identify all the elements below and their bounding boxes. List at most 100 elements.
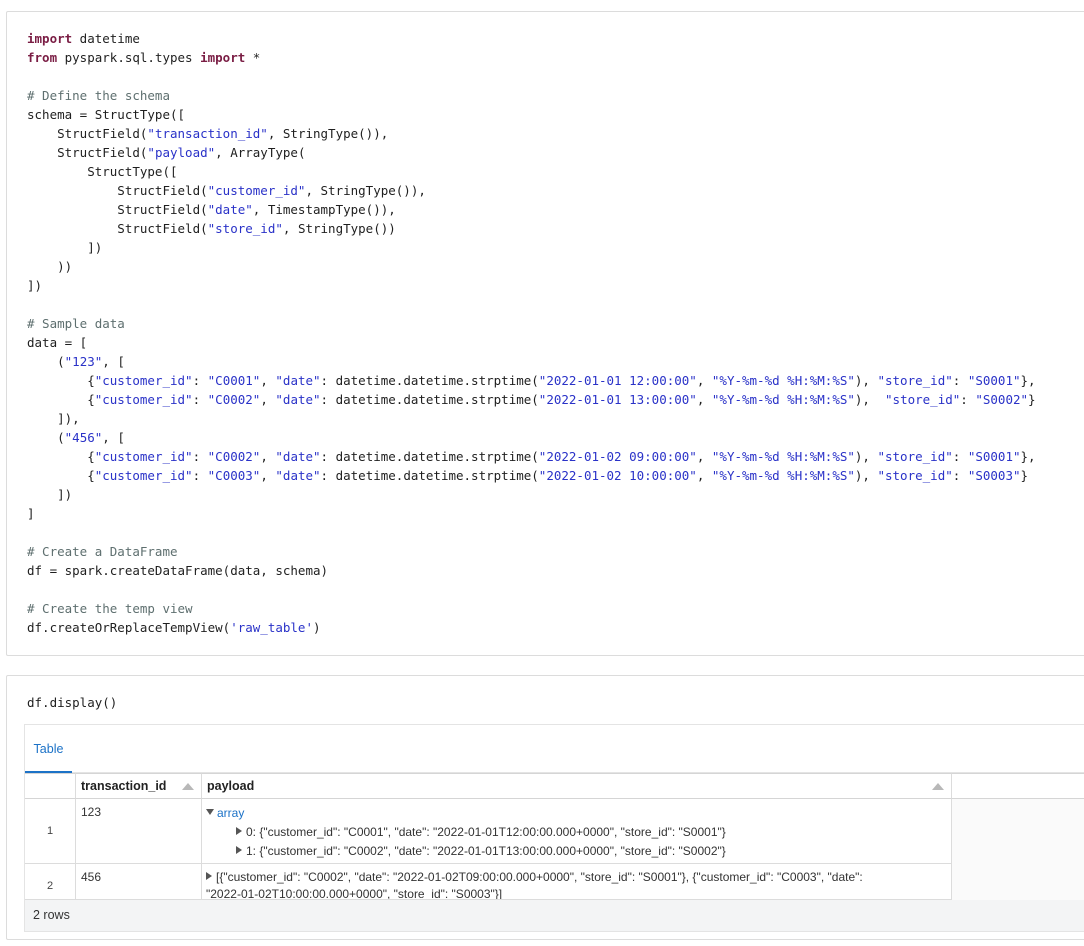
table-cell-payload: array 0: {"customer_id": "C0001", "date"… [202,799,952,864]
code-cell-1[interactable]: import datetime from pyspark.sql.types im… [6,11,1084,656]
code-token: StructField( [27,202,208,217]
code-token: } [1028,392,1036,407]
code-token: "C0001" [207,373,261,388]
code-line: )) [27,257,1036,276]
code-token: "2022-01-01 13:00:00" [538,392,697,407]
code-line: StructType([ [27,162,1036,181]
code-token: from [27,50,58,65]
code-token: , [ [102,430,125,445]
code-token: * [245,50,261,65]
code-line: ]) [27,276,1036,295]
code-line: ] [27,504,1036,523]
empty-area [952,799,1084,900]
sort-icon[interactable] [932,783,944,790]
code-token: "payload" [147,145,216,160]
code-token: "date" [275,373,321,388]
code-token: } [1020,468,1029,483]
code-line: schema = StructType([ [27,105,1036,124]
code-token: "C0002" [207,449,261,464]
code-token: , StringType()), [305,183,426,198]
code-token: : datetime.datetime.strptime( [320,373,539,388]
code-token: ]) [27,487,73,502]
code-token: schema = StructType([ [27,107,186,122]
code-line: ("123", [ [27,352,1036,371]
code-token: , [260,449,276,464]
code-token: "2022-01-01 12:00:00" [538,373,697,388]
code-token: StructType([ [27,164,178,179]
code-editor[interactable]: import datetime from pyspark.sql.types im… [27,29,1036,637]
code-line: StructField("payload", ArrayType( [27,143,1036,162]
table-cell-transaction-id: 123 [76,799,202,864]
code-line: data = [ [27,333,1036,352]
code-line: {"customer_id": "C0003", "date": datetim… [27,466,1036,485]
code-editor-display[interactable]: df.display() [27,693,117,712]
code-token: : [952,449,968,464]
code-line: StructField("date", TimestampType()), [27,200,1036,219]
code-token: "store_id" [877,373,953,388]
code-token: : datetime.datetime.strptime( [320,468,539,483]
row-number: 2 [25,864,76,900]
code-token: ), [854,449,878,464]
code-token: "store_id" [877,468,953,483]
code-token: "customer_id" [94,449,193,464]
code-token: "date" [275,392,321,407]
code-token: , [260,392,276,407]
table-cell-payload[interactable]: [{"customer_id": "C0002", "date": "2022-… [202,864,952,900]
table-cell-transaction-id: 456 [76,864,202,900]
code-token: import [200,50,246,65]
code-token: "store_id" [885,392,961,407]
code-line: ]) [27,238,1036,257]
row-number-header [25,773,76,799]
code-token: : [192,449,208,464]
column-header-transaction-id[interactable]: transaction_id [76,773,202,799]
code-token: : [192,468,208,483]
expand-down-icon [206,809,214,815]
code-line: ]), [27,409,1036,428]
column-header-payload[interactable]: payload [202,773,952,799]
code-token: "S0002" [975,392,1029,407]
collapse-right-icon [236,846,242,854]
column-header-label: payload [207,779,255,793]
code-token: "S0001" [967,373,1021,388]
code-token: "S0003" [967,468,1021,483]
code-token: "2022-01-02 09:00:00" [538,449,697,464]
code-token: : [952,468,968,483]
code-token: "date" [275,449,321,464]
row-count-footer: 2 rows [25,900,1084,931]
collapse-right-icon [236,827,242,835]
code-token: , [260,468,276,483]
code-line: ]) [27,485,1036,504]
code-token: "store_id" [207,221,283,236]
code-token: "C0003" [207,468,261,483]
code-token: pyspark.sql.types [57,50,201,65]
tab-table[interactable]: Table [25,725,72,773]
code-token: , [696,373,712,388]
code-token: , ArrayType( [215,145,306,160]
code-token: )) [27,259,73,274]
code-token: # Create a DataFrame [27,544,178,559]
code-token: "%Y-%m-%d %H:%M:%S" [711,468,855,483]
code-token: datetime [72,31,140,46]
code-line: import datetime [27,29,1036,48]
code-line: {"customer_id": "C0001", "date": datetim… [27,371,1035,390]
code-line: # Define the schema [27,86,1036,105]
code-token: ]), [27,411,80,426]
array-item[interactable]: 0: {"customer_id": "C0001", "date": "202… [206,823,951,842]
code-token: "456" [64,430,103,445]
sort-icon[interactable] [182,783,194,790]
code-token: ), [854,468,878,483]
code-line: # Create the temp view [27,599,1036,618]
code-token: : datetime.datetime.strptime( [320,392,539,407]
code-cell-2[interactable]: df.display() Table transaction_id payloa… [6,675,1084,940]
code-token: }, [1020,449,1036,464]
code-token: StructField( [27,221,208,236]
code-token: "%Y-%m-%d %H:%M:%S" [711,373,855,388]
code-token: ), [854,373,878,388]
code-token: data = [ [27,335,88,350]
array-toggle[interactable]: array [206,804,951,823]
array-item[interactable]: 1: {"customer_id": "C0002", "date": "202… [206,842,951,861]
code-token: "customer_id" [94,468,193,483]
code-token: "date" [275,468,321,483]
